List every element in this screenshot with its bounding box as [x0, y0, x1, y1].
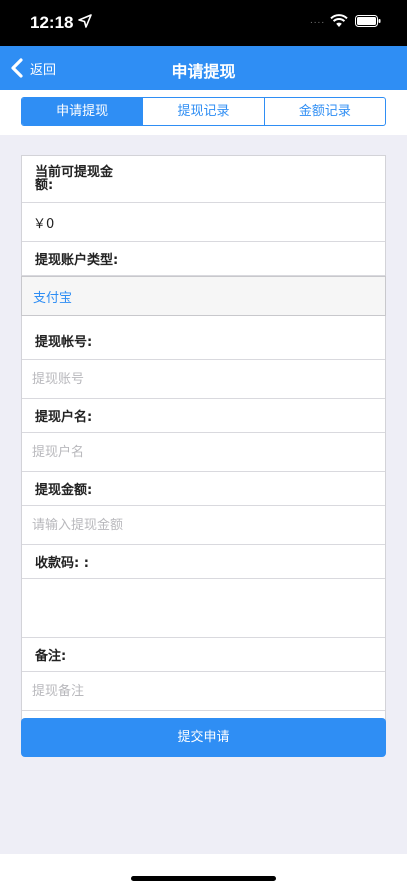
account-no-input[interactable]	[22, 360, 385, 398]
segmented-tabs: 申请提现 提现记录 金额记录	[21, 97, 386, 126]
account-name-label: 提现户名:	[22, 399, 385, 433]
content-area: 当前可提现金额: ￥0 提现账户类型: 支付宝 提现帐号: 提现户名: 提现金额…	[0, 135, 407, 854]
tab-withdraw-records[interactable]: 提现记录	[142, 98, 263, 125]
tab-apply-withdraw[interactable]: 申请提现	[22, 98, 143, 125]
tab-amount-records[interactable]: 金额记录	[263, 98, 385, 125]
account-type-select[interactable]: 支付宝	[21, 276, 386, 316]
battery-icon	[355, 15, 381, 27]
qr-code-label: 收款码: :	[22, 545, 385, 579]
withdraw-amount-row	[22, 506, 385, 545]
account-name-row	[22, 433, 385, 472]
account-no-row	[22, 360, 385, 399]
remark-row	[22, 672, 385, 711]
page-title: 申请提现	[171, 62, 236, 81]
account-type-label: 提现账户类型:	[22, 242, 385, 276]
account-no-label: 提现帐号:	[22, 316, 385, 360]
remark-input[interactable]	[22, 672, 385, 710]
home-indicator[interactable]	[131, 876, 276, 881]
wifi-icon	[330, 14, 348, 27]
remark-label: 备注:	[22, 638, 385, 672]
withdraw-form: 当前可提现金额: ￥0 提现账户类型: 支付宝 提现帐号: 提现户名: 提现金额…	[21, 155, 386, 722]
tabs-area: 申请提现 提现记录 金额记录	[0, 90, 407, 135]
nav-bar: 返回 申请提现	[0, 46, 407, 90]
available-amount-value: ￥0	[22, 203, 385, 242]
signal-dots: ....	[310, 15, 326, 26]
status-time: 12:18	[30, 13, 74, 32]
withdraw-amount-label: 提现金额:	[22, 472, 385, 506]
location-arrow-icon	[78, 14, 92, 28]
qr-code-upload[interactable]	[22, 579, 385, 638]
submit-button[interactable]: 提交申请	[21, 718, 386, 757]
account-name-input[interactable]	[22, 433, 385, 471]
status-bar: 12:18 ....	[0, 0, 407, 46]
withdraw-amount-input[interactable]	[22, 506, 385, 544]
available-amount-label: 当前可提现金额:	[35, 165, 114, 193]
available-amount-label-row: 当前可提现金额:	[22, 156, 385, 203]
home-area	[0, 854, 407, 889]
